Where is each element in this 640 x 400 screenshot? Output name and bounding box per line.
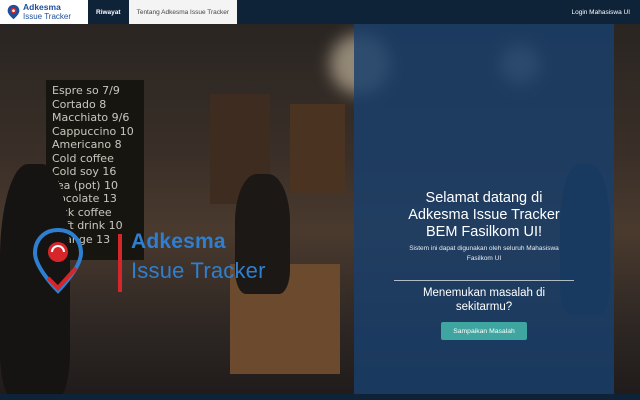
welcome-line: BEM Fasilkom UI! xyxy=(425,224,542,240)
question-line: sekitarmu? xyxy=(455,301,513,313)
nav-tentang[interactable]: Tentang Adkesma Issue Tracker xyxy=(128,0,238,24)
map-pin-logo-icon xyxy=(7,4,20,20)
brand-line1: Adkesma xyxy=(23,2,61,12)
welcome-line: Selamat datang di xyxy=(425,190,543,206)
map-pin-check-icon xyxy=(32,228,84,294)
report-issue-button[interactable]: Sampaikan Masalah xyxy=(441,322,527,340)
top-navbar: Adkesma Issue Tracker Riwayat Tentang Ad… xyxy=(0,0,640,24)
welcome-heading: Selamat datang di Adkesma Issue Tracker … xyxy=(354,190,614,241)
question-line: Menemukan masalah di xyxy=(422,287,546,299)
question-heading: Menemukan masalah di sekitarmu? xyxy=(354,286,614,314)
welcome-subtitle: Sistem ini dapat digunakan oleh seluruh … xyxy=(354,244,614,264)
divider xyxy=(394,280,574,281)
subtitle-line: Sistem ini dapat digunakan oleh seluruh … xyxy=(409,245,559,252)
logo-subtitle: Issue Tracker xyxy=(131,258,266,283)
logo-divider xyxy=(118,234,122,292)
logo-title: Adkesma xyxy=(131,230,226,253)
welcome-panel: Selamat datang di Adkesma Issue Tracker … xyxy=(354,24,614,400)
brand-line2: Issue Tracker xyxy=(23,12,72,21)
adkesma-logo: Adkesma Issue Tracker xyxy=(32,228,277,294)
login-link[interactable]: Login Mahasiswa UI xyxy=(571,9,640,16)
nav-riwayat[interactable]: Riwayat xyxy=(88,0,129,24)
bottom-bar xyxy=(0,394,640,400)
welcome-line: Adkesma Issue Tracker xyxy=(408,207,560,223)
brand-logo[interactable]: Adkesma Issue Tracker xyxy=(0,0,88,24)
shelf xyxy=(290,104,345,194)
subtitle-line: Fasilkom UI xyxy=(466,255,502,262)
